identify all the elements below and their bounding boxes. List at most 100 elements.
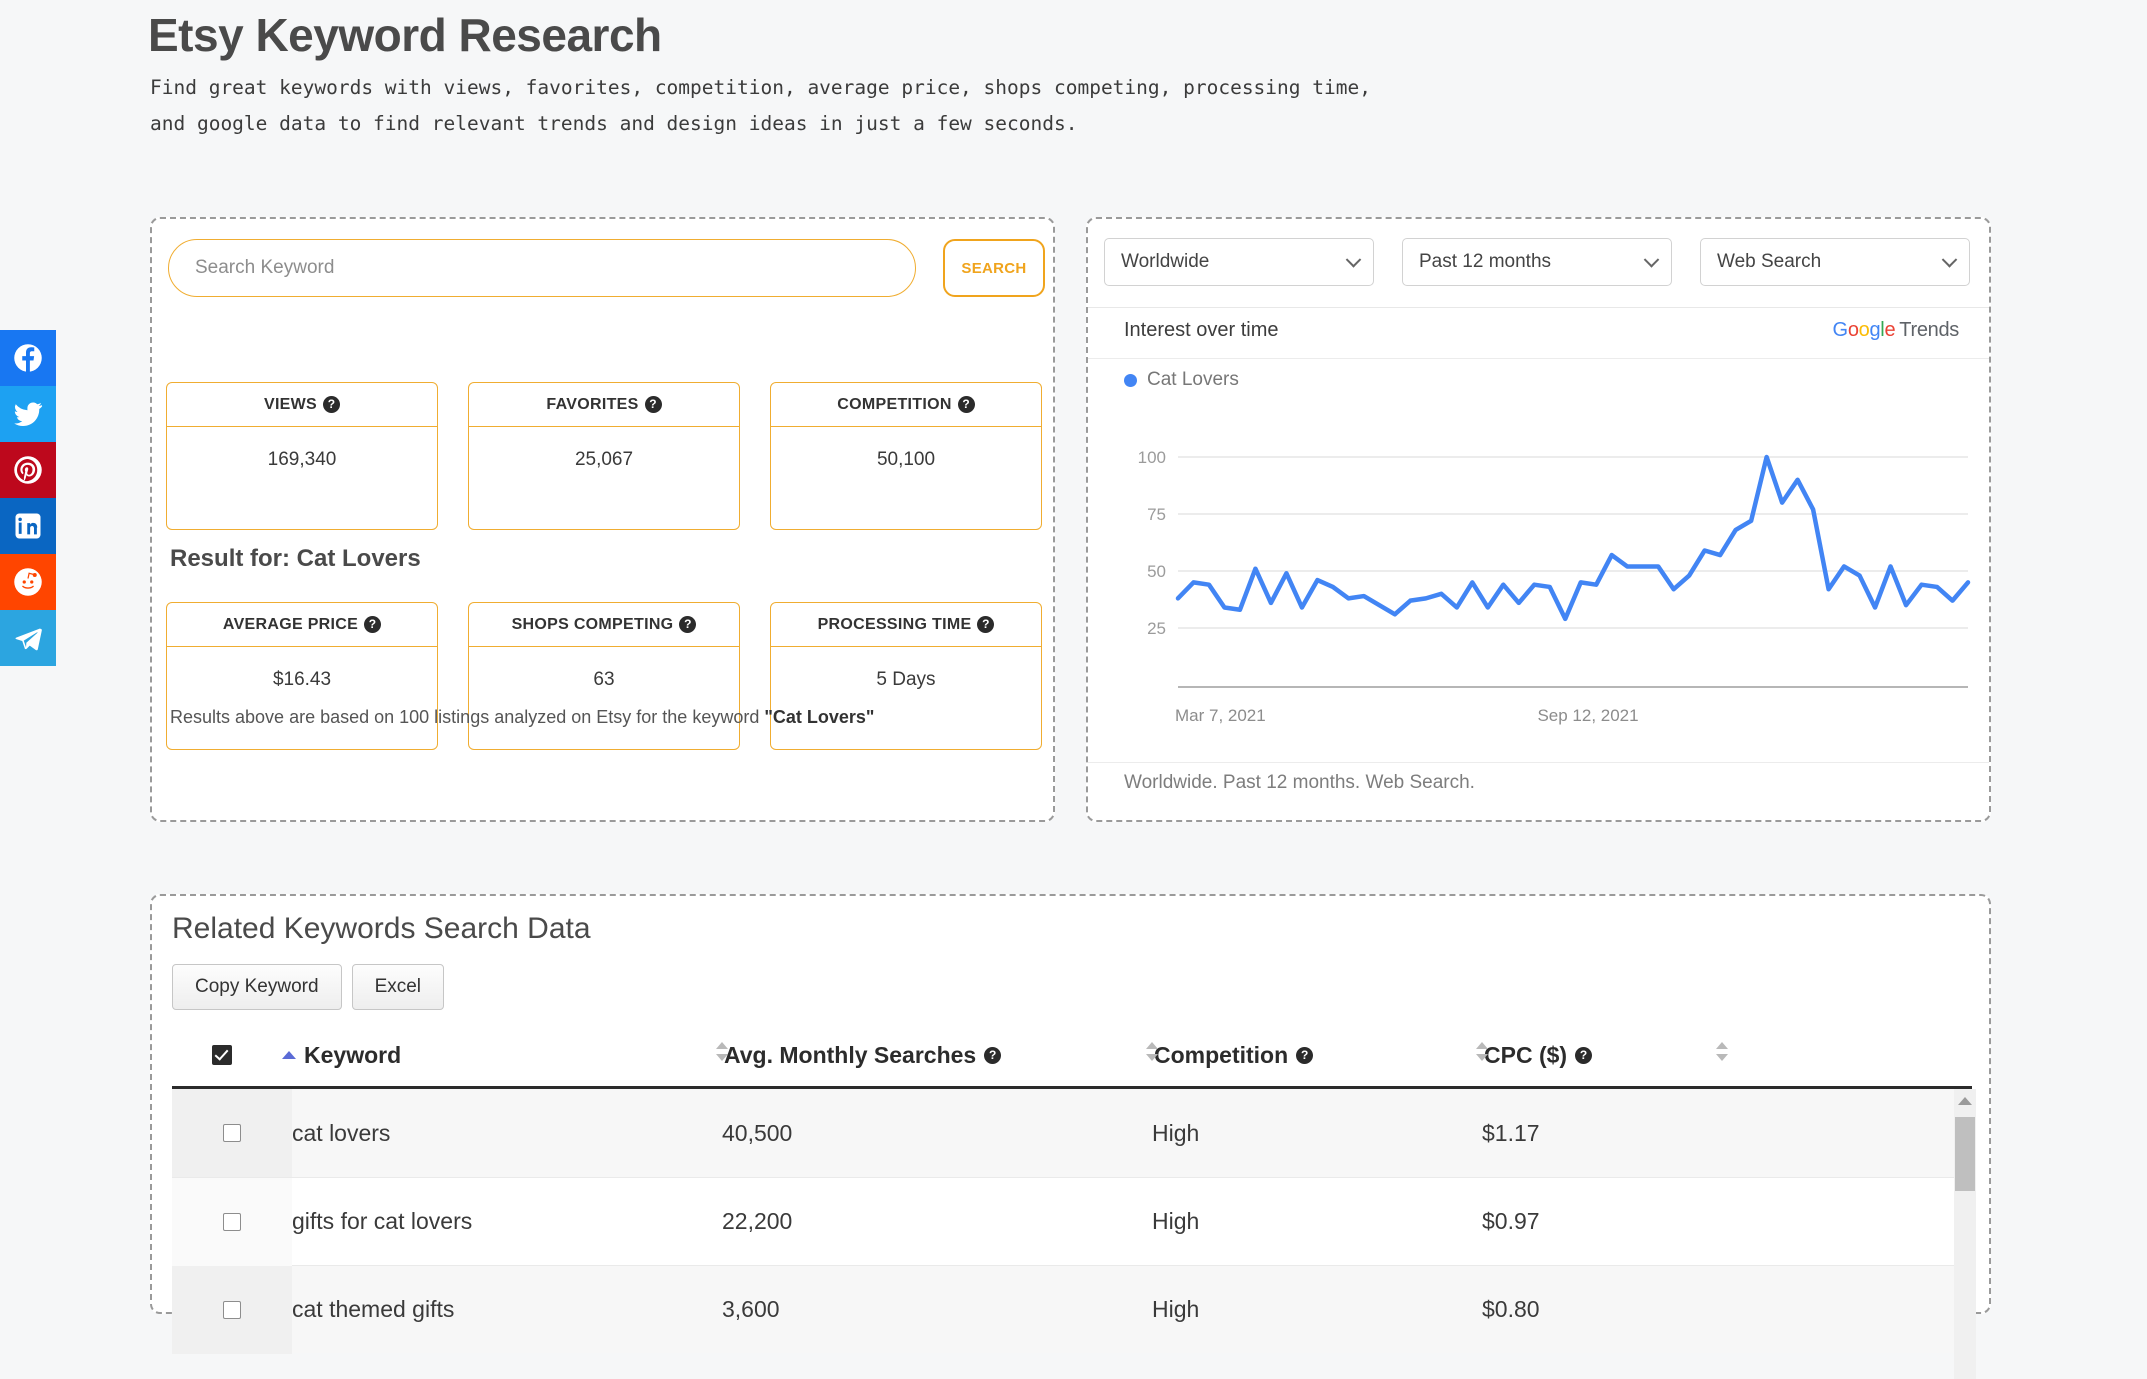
region-select[interactable]: Worldwide: [1104, 238, 1374, 286]
chevron-down-icon: [1345, 252, 1362, 268]
facebook-icon: [14, 344, 42, 373]
cell-searches: 40,500: [722, 1119, 793, 1146]
help-icon[interactable]: ?: [323, 396, 341, 413]
metric-value: 5 Days: [876, 669, 936, 690]
telegram-share-button[interactable]: [0, 610, 56, 666]
column-header-searches[interactable]: Avg. Monthly Searches ?: [712, 1042, 1142, 1069]
telegram-icon: [15, 628, 42, 651]
facebook-share-button[interactable]: [0, 330, 56, 386]
linkedin-share-button[interactable]: [0, 498, 56, 554]
table-row[interactable]: gifts for cat lovers 22,200 High $0.97: [172, 1177, 1972, 1266]
y-axis-tick-label: 50: [1147, 562, 1166, 581]
pinterest-share-button[interactable]: [0, 442, 56, 498]
scroll-up-icon[interactable]: [1958, 1097, 1972, 1105]
table-row[interactable]: cat themed gifts 3,600 High $0.80: [172, 1265, 1972, 1354]
cell-cpc: $1.17: [1482, 1119, 1540, 1146]
trend-line-series: [1175, 454, 1971, 622]
twitter-share-button[interactable]: [0, 386, 56, 442]
column-header-label: CPC ($): [1484, 1041, 1568, 1068]
row-checkbox[interactable]: [223, 1124, 241, 1142]
logo-letter-o2: o: [1858, 319, 1870, 341]
metric-card-header: VIEWS ?: [167, 383, 437, 427]
keyword-result-panel: SEARCH Result for: Cat Lovers VIEWS ? 16…: [150, 217, 1055, 822]
table-body: cat lovers 40,500 High $1.17 gifts for c…: [172, 1089, 1976, 1379]
metric-card-header: SHOPS COMPETING ?: [469, 603, 739, 647]
excel-button[interactable]: Excel: [351, 964, 445, 1010]
page-root: Etsy Keyword Research Find great keyword…: [0, 0, 2147, 1379]
metric-card-header: FAVORITES ?: [469, 383, 739, 427]
search-row: SEARCH: [168, 239, 1045, 303]
help-icon[interactable]: ?: [977, 616, 995, 633]
x-axis-tick-label: Sep 12, 2021: [1537, 706, 1638, 725]
metric-card-competition: COMPETITION ? 50,100: [770, 382, 1042, 530]
logo-letter-g2: g: [1869, 319, 1881, 341]
chevron-down-icon: [1941, 252, 1958, 268]
metric-label: VIEWS: [263, 395, 318, 413]
search-input[interactable]: [168, 239, 916, 297]
metric-value: 50,100: [876, 449, 936, 470]
y-axis-tick-label: 75: [1147, 505, 1166, 524]
social-share-rail: [0, 330, 56, 666]
help-icon[interactable]: ?: [364, 616, 382, 633]
scrollbar-thumb[interactable]: [1955, 1117, 1975, 1191]
chevron-down-icon: [1643, 252, 1660, 268]
table-scrollbar[interactable]: [1954, 1089, 1976, 1379]
row-checkbox[interactable]: [223, 1300, 241, 1319]
help-icon[interactable]: ?: [1296, 1046, 1314, 1064]
result-note: Results above are based on 100 listings …: [170, 707, 874, 728]
help-icon[interactable]: ?: [679, 616, 697, 633]
reddit-icon: [14, 568, 42, 596]
cell-cpc: $0.80: [1482, 1296, 1540, 1322]
result-note-keyword: "Cat Lovers": [764, 707, 875, 727]
row-select-cell: [172, 1177, 292, 1266]
cell-competition: High: [1152, 1119, 1200, 1146]
timeframe-select[interactable]: Past 12 months: [1402, 238, 1672, 286]
help-icon[interactable]: ?: [1575, 1046, 1593, 1064]
help-icon[interactable]: ?: [984, 1046, 1002, 1064]
trend-line-chart: 100 75 50 25 Mar 7, 2021 Sep 12, 2021: [1138, 448, 1971, 725]
metric-label: AVERAGE PRICE: [222, 615, 359, 633]
cell-cpc: $0.97: [1482, 1208, 1540, 1234]
help-icon[interactable]: ?: [957, 396, 975, 413]
trends-footer-note: Worldwide. Past 12 months. Web Search.: [1124, 772, 1475, 793]
metric-card-header: AVERAGE PRICE ?: [167, 603, 437, 647]
related-keywords-toolbar: Copy Keyword Excel: [172, 964, 445, 1010]
metric-card-header: PROCESSING TIME ?: [771, 603, 1041, 647]
search-type-select[interactable]: Web Search: [1700, 238, 1970, 286]
interest-over-time-chart: 100 75 50 25 Mar 7, 2021 Sep 12, 2021: [1088, 339, 1993, 759]
column-header-keyword[interactable]: Keyword: [282, 1042, 712, 1069]
metric-card-favorites: FAVORITES ? 25,067: [468, 382, 740, 530]
linkedin-icon: [15, 513, 41, 539]
table-header-row: Keyword Avg. Monthly Searches ? Competit…: [162, 1024, 1982, 1086]
logo-word-trends: Trends: [1899, 319, 1959, 341]
divider: [1088, 307, 1989, 308]
y-axis-tick-label: 25: [1147, 619, 1166, 638]
result-note-text: Results above are based on 100 listings …: [170, 707, 765, 727]
select-all-cell: [162, 1045, 282, 1065]
cell-keyword: cat themed gifts: [292, 1296, 455, 1322]
column-header-competition[interactable]: Competition ?: [1142, 1042, 1472, 1069]
metric-label: FAVORITES: [546, 395, 639, 413]
timeframe-select-value: Past 12 months: [1419, 251, 1552, 272]
result-heading: Result for: Cat Lovers: [170, 545, 421, 572]
page-title: Etsy Keyword Research: [148, 9, 662, 61]
metric-value: 169,340: [267, 449, 337, 470]
pinterest-icon: [14, 456, 42, 484]
x-axis-tick-label: Mar 7, 2021: [1175, 706, 1266, 725]
metric-card-header: COMPETITION ?: [771, 383, 1041, 427]
cell-keyword: cat lovers: [292, 1119, 391, 1146]
copy-keyword-button[interactable]: Copy Keyword: [172, 964, 342, 1010]
help-icon[interactable]: ?: [644, 396, 662, 413]
related-keywords-panel: Related Keywords Search Data Copy Keywor…: [150, 894, 1991, 1379]
search-button[interactable]: SEARCH: [943, 239, 1045, 297]
column-header-label: Avg. Monthly Searches: [724, 1041, 977, 1068]
column-header-cpc[interactable]: CPC ($) ?: [1472, 1042, 1712, 1069]
column-header-label: Keyword: [304, 1041, 402, 1068]
select-all-checkbox[interactable]: [212, 1045, 232, 1065]
table-row[interactable]: cat lovers 40,500 High $1.17: [172, 1089, 1972, 1177]
reddit-share-button[interactable]: [0, 554, 56, 610]
logo-letter-g1: G: [1832, 319, 1849, 341]
row-checkbox[interactable]: [223, 1212, 241, 1231]
metric-value: 25,067: [574, 449, 634, 470]
row-select-cell: [172, 1089, 292, 1177]
